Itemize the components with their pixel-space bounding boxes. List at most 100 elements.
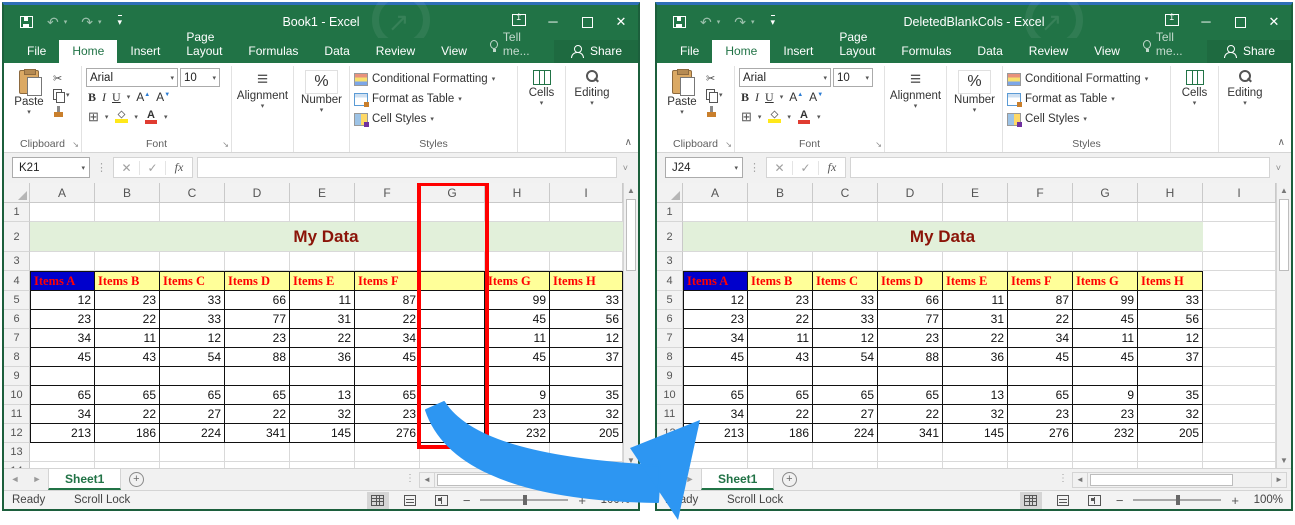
- cell-C12[interactable]: 224: [813, 424, 878, 443]
- row-header-9[interactable]: 9: [657, 367, 683, 386]
- cell-G8[interactable]: [420, 348, 485, 367]
- ribbon-tab-page-layout[interactable]: Page Layout: [173, 26, 235, 63]
- number-format-button[interactable]: %Number▾: [951, 68, 998, 114]
- cell-D13[interactable]: [878, 443, 943, 462]
- cell-E11[interactable]: 32: [943, 405, 1008, 424]
- font-color-button[interactable]: A: [797, 111, 811, 124]
- zoom-out-button[interactable]: −: [1116, 493, 1124, 508]
- cell-I3[interactable]: [1203, 252, 1276, 271]
- cell-I8[interactable]: [1203, 348, 1276, 367]
- cell-G4[interactable]: Items G: [1073, 271, 1138, 291]
- row-header-10[interactable]: 10: [657, 386, 683, 405]
- paste-button[interactable]: Paste▾: [8, 68, 50, 119]
- row-header-12[interactable]: 12: [657, 424, 683, 443]
- cell-D11[interactable]: 22: [878, 405, 943, 424]
- minimize-button[interactable]: ─: [536, 14, 570, 29]
- cell-E1[interactable]: [290, 203, 355, 222]
- copy-button[interactable]: ▾: [53, 88, 70, 102]
- bold-button[interactable]: B: [741, 90, 749, 105]
- scroll-down-icon[interactable]: ▼: [1277, 453, 1291, 468]
- cell-D1[interactable]: [878, 203, 943, 222]
- cell-F10[interactable]: 65: [1008, 386, 1073, 405]
- cells-button[interactable]: Cells▾: [1175, 68, 1214, 107]
- cancel-entry-icon[interactable]: ✕: [767, 161, 793, 175]
- cell-E13[interactable]: [290, 443, 355, 462]
- row-header-8[interactable]: 8: [4, 348, 30, 367]
- cell-I9[interactable]: [1203, 367, 1276, 386]
- cut-button[interactable]: ✂: [53, 71, 70, 85]
- cell-G11[interactable]: 23: [1073, 405, 1138, 424]
- cell-G12[interactable]: [420, 424, 485, 443]
- cell-I13[interactable]: [550, 443, 623, 462]
- cell-F12[interactable]: 276: [1008, 424, 1073, 443]
- cell-B3[interactable]: [748, 252, 813, 271]
- cell-C11[interactable]: 27: [160, 405, 225, 424]
- cell-C3[interactable]: [160, 252, 225, 271]
- column-header-F[interactable]: F: [1008, 183, 1073, 203]
- expand-formula-bar-icon[interactable]: ˅: [1274, 163, 1283, 173]
- cell-F11[interactable]: 23: [1008, 405, 1073, 424]
- cell-E9[interactable]: [290, 367, 355, 386]
- underline-button[interactable]: U: [112, 90, 121, 105]
- cell-C13[interactable]: [813, 443, 878, 462]
- cell-F6[interactable]: 22: [355, 310, 420, 329]
- cell-G13[interactable]: [1073, 443, 1138, 462]
- zoom-slider[interactable]: [1133, 499, 1221, 501]
- paste-button[interactable]: Paste▾: [661, 68, 703, 119]
- cell-C9[interactable]: [160, 367, 225, 386]
- cell-H9[interactable]: [485, 367, 550, 386]
- column-header-B[interactable]: B: [95, 183, 160, 203]
- select-all-corner[interactable]: [4, 183, 30, 203]
- cell-I10[interactable]: [1203, 386, 1276, 405]
- cell-H12[interactable]: 205: [1138, 424, 1203, 443]
- cell-D6[interactable]: 77: [225, 310, 290, 329]
- formula-input[interactable]: [850, 157, 1270, 178]
- column-header-H[interactable]: H: [1138, 183, 1203, 203]
- redo-icon[interactable]: ↷: [734, 15, 746, 29]
- cell-D9[interactable]: [225, 367, 290, 386]
- save-icon[interactable]: [673, 16, 686, 28]
- cell-H5[interactable]: 33: [1138, 291, 1203, 310]
- row-header-1[interactable]: 1: [657, 203, 683, 222]
- row-header-5[interactable]: 5: [657, 291, 683, 310]
- cell-B13[interactable]: [748, 443, 813, 462]
- cell-D3[interactable]: [878, 252, 943, 271]
- cell-I12[interactable]: 205: [550, 424, 623, 443]
- row-header-13[interactable]: 13: [657, 443, 683, 462]
- zoom-slider-thumb[interactable]: [1176, 495, 1180, 505]
- scroll-right-icon[interactable]: ►: [1271, 472, 1287, 488]
- cell-B9[interactable]: [95, 367, 160, 386]
- copy-button[interactable]: ▾: [706, 88, 723, 102]
- cell-H3[interactable]: [485, 252, 550, 271]
- tab-scroll-splitter[interactable]: ⋮: [401, 469, 419, 490]
- cell-B9[interactable]: [748, 367, 813, 386]
- cell-E10[interactable]: 13: [290, 386, 355, 405]
- ribbon-tab-insert[interactable]: Insert: [770, 40, 826, 63]
- close-button[interactable]: ✕: [604, 14, 638, 30]
- row-header-2[interactable]: 2: [657, 222, 683, 252]
- cell-E13[interactable]: [943, 443, 1008, 462]
- cell-I11[interactable]: [1203, 405, 1276, 424]
- ribbon-tab-insert[interactable]: Insert: [117, 40, 173, 63]
- cell-G4[interactable]: [420, 271, 485, 291]
- cell-G7[interactable]: [420, 329, 485, 348]
- ribbon-tab-view[interactable]: View: [1081, 40, 1133, 63]
- font-dialog-launcher[interactable]: ↘: [875, 140, 882, 149]
- scroll-right-icon[interactable]: ►: [618, 472, 634, 488]
- cell-D5[interactable]: 66: [878, 291, 943, 310]
- cell-F14[interactable]: [355, 462, 420, 468]
- cell-A3[interactable]: [30, 252, 95, 271]
- column-header-D[interactable]: D: [225, 183, 290, 203]
- scroll-left-icon[interactable]: ◄: [419, 472, 435, 488]
- normal-view-button[interactable]: [367, 492, 389, 509]
- italic-button[interactable]: I: [102, 90, 106, 105]
- cell-H8[interactable]: 45: [485, 348, 550, 367]
- cell-A13[interactable]: [30, 443, 95, 462]
- cell-E4[interactable]: Items E: [943, 271, 1008, 291]
- cell-I7[interactable]: 12: [550, 329, 623, 348]
- row-header-1[interactable]: 1: [4, 203, 30, 222]
- cell-D7[interactable]: 23: [225, 329, 290, 348]
- cell-C7[interactable]: 12: [813, 329, 878, 348]
- cell-E7[interactable]: 22: [943, 329, 1008, 348]
- alignment-button[interactable]: ≡Alignment▾: [889, 68, 942, 110]
